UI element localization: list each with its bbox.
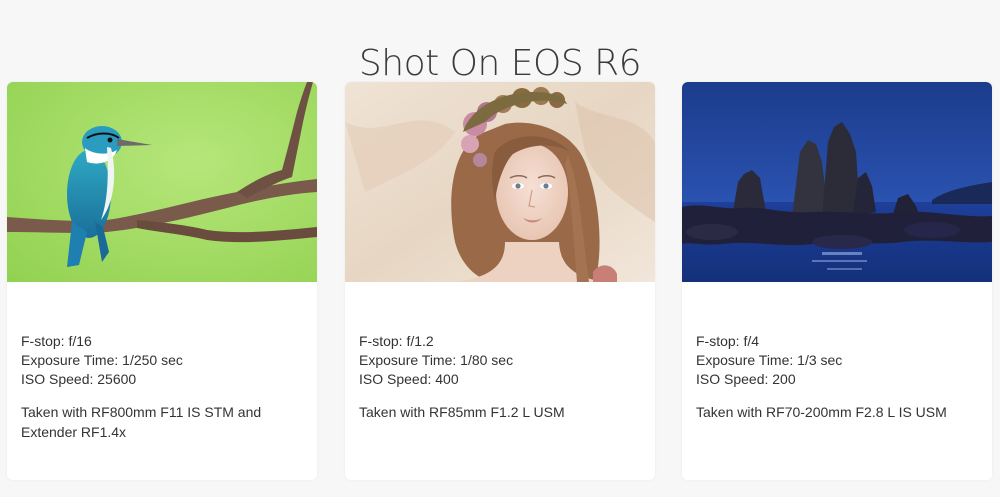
- fstop-text: F-stop: f/4: [696, 333, 760, 349]
- sea-rocks-photo: [682, 82, 992, 282]
- fstop-text: F-stop: f/1.2: [359, 333, 434, 349]
- exposure-text: Exposure Time: 1/3 sec: [696, 352, 843, 368]
- portrait-photo: [345, 82, 655, 282]
- lens-text: Taken with RF800mm F11 IS STM and Extend…: [21, 404, 262, 440]
- card-details: F-stop: f/4 Exposure Time: 1/3 sec ISO S…: [696, 332, 980, 423]
- photo-card-portrait: F-stop: f/1.2 Exposure Time: 1/80 sec IS…: [345, 82, 655, 480]
- lens-text: Taken with RF70-200mm F2.8 L IS USM: [696, 404, 947, 420]
- card-details: F-stop: f/1.2 Exposure Time: 1/80 sec IS…: [359, 332, 643, 423]
- photo-card-sea-rocks: F-stop: f/4 Exposure Time: 1/3 sec ISO S…: [682, 82, 992, 480]
- exposure-text: Exposure Time: 1/250 sec: [21, 352, 183, 368]
- iso-text: ISO Speed: 25600: [21, 371, 137, 387]
- page-title: Shot On EOS R6: [358, 43, 642, 85]
- iso-text: ISO Speed: 400: [359, 371, 459, 387]
- fstop-text: F-stop: f/16: [21, 333, 92, 349]
- card-details: F-stop: f/16 Exposure Time: 1/250 sec IS…: [21, 332, 305, 442]
- lens-text: Taken with RF85mm F1.2 L USM: [359, 404, 565, 420]
- photo-card-kingfisher: F-stop: f/16 Exposure Time: 1/250 sec IS…: [7, 82, 317, 480]
- kingfisher-photo: [7, 82, 317, 282]
- exposure-text: Exposure Time: 1/80 sec: [359, 352, 514, 368]
- iso-text: ISO Speed: 200: [696, 371, 796, 387]
